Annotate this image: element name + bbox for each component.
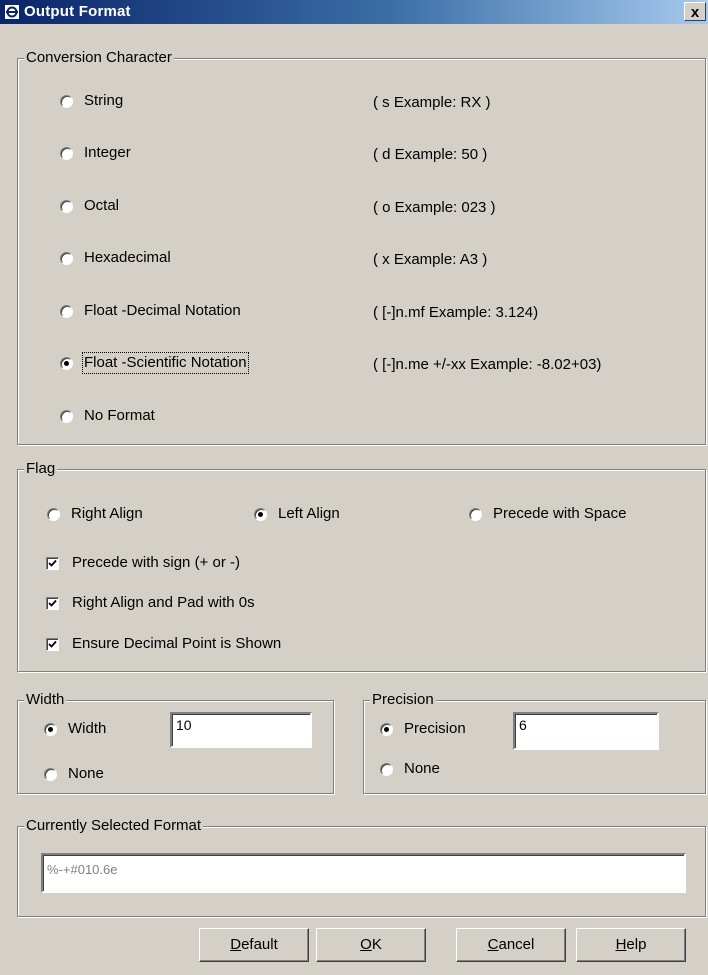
conversion-character-legend: Conversion Character [24,49,174,67]
conversion-option-label[interactable]: Octal [84,197,119,215]
conversion-radio[interactable] [60,357,73,370]
checkmark-icon [48,559,57,567]
flag-align-radio[interactable] [47,508,60,521]
flag-align-radio[interactable] [469,508,482,521]
radio-dot [384,727,389,732]
ok-button[interactable]: OK [316,928,426,962]
precision-radio[interactable] [380,723,393,736]
width-radio[interactable] [44,723,57,736]
conversion-option-label[interactable]: No Format [84,407,155,425]
flag-align-radio[interactable] [254,508,267,521]
precision-radio-label[interactable]: Precision [404,720,466,738]
flag-checkbox[interactable] [46,557,59,570]
flag-checkbox[interactable] [46,638,59,651]
help-button[interactable]: Help [576,928,686,962]
conversion-radio[interactable] [60,410,73,423]
checkmark-icon [48,640,57,648]
precision-input[interactable]: 6 [513,712,659,750]
conversion-option-label[interactable]: Float -Scientific Notation [82,352,249,374]
conversion-radio[interactable] [60,147,73,160]
flag-align-label[interactable]: Right Align [71,505,143,523]
conversion-option-example: ( x Example: A3 ) [373,251,488,268]
current-format-legend: Currently Selected Format [24,817,204,835]
radio-dot [48,727,53,732]
flag-legend: Flag [24,460,58,478]
precision-none-label[interactable]: None [404,760,440,778]
current-format-field: %-+#010.6e [41,853,686,893]
flag-checkbox-label[interactable]: Ensure Decimal Point is Shown [72,635,281,653]
width-none-label[interactable]: None [68,765,104,783]
width-none-radio[interactable] [44,768,57,781]
title-bar[interactable]: Output Format x [0,0,708,24]
radio-dot [64,361,69,366]
conversion-option-label[interactable]: Integer [84,144,131,162]
width-radio-label[interactable]: Width [68,720,106,738]
default-button[interactable]: Default [199,928,309,962]
checkmark-icon [48,599,57,607]
conversion-option-label[interactable]: String [84,92,123,110]
conversion-option-example: ( [-]n.mf Example: 3.124) [373,304,539,321]
conversion-radio[interactable] [60,95,73,108]
precision-legend: Precision [370,691,436,709]
conversion-option-label[interactable]: Hexadecimal [84,249,171,267]
conversion-option-example: ( [-]n.me +/-xx Example: -8.02+03) [373,356,602,373]
flag-checkbox-label[interactable]: Right Align and Pad with 0s [72,594,255,612]
precision-none-radio[interactable] [380,763,393,776]
cancel-button[interactable]: Cancel [456,928,566,962]
radio-dot [258,512,263,517]
conversion-radio[interactable] [60,200,73,213]
flag-checkbox[interactable] [46,597,59,610]
conversion-option-example: ( o Example: 023 ) [373,199,496,216]
conversion-radio[interactable] [60,305,73,318]
width-input[interactable]: 10 [170,712,312,748]
flag-align-label[interactable]: Left Align [278,505,340,523]
conversion-option-label[interactable]: Float -Decimal Notation [84,302,241,320]
close-button[interactable]: x [684,2,706,21]
flag-align-label[interactable]: Precede with Space [493,505,626,523]
flag-checkbox-label[interactable]: Precede with sign (+ or -) [72,554,240,572]
window-title: Output Format [24,3,131,20]
close-icon: x [690,4,700,21]
app-icon [4,4,20,20]
conversion-option-example: ( s Example: RX ) [373,94,491,111]
conversion-radio[interactable] [60,252,73,265]
width-legend: Width [24,691,67,709]
conversion-option-example: ( d Example: 50 ) [373,146,488,163]
